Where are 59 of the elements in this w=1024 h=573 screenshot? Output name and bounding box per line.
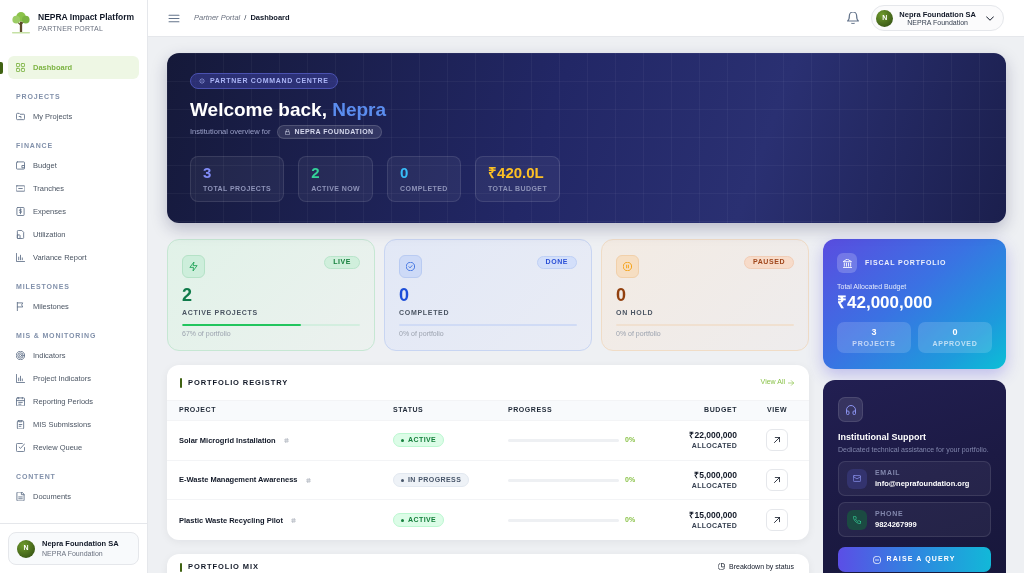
phone-icon	[853, 515, 861, 524]
chevron-down-icon	[986, 15, 994, 21]
document-icon	[16, 230, 25, 239]
clipboard-icon	[16, 420, 25, 429]
notification-bell-icon[interactable]	[847, 12, 860, 24]
view-button[interactable]	[766, 469, 788, 492]
mail-icon	[853, 475, 861, 482]
arrow-up-right-icon	[774, 517, 780, 524]
arrow-right-icon	[788, 379, 794, 386]
check-circle-icon	[406, 262, 415, 271]
checkbox-icon	[16, 443, 25, 452]
bar-chart-icon	[16, 374, 25, 383]
bar-chart-icon	[16, 253, 25, 262]
lightning-icon	[189, 262, 198, 271]
stat-value: 0	[400, 165, 409, 181]
lock-icon	[285, 129, 291, 135]
budget-total: ₹42,000,000	[837, 293, 933, 313]
view-button[interactable]	[766, 429, 788, 452]
stat-value: 3	[203, 165, 212, 181]
budget-amount: ₹5,000,000	[694, 470, 737, 482]
platform-title: NEPRA Impact Platform	[38, 12, 135, 23]
card-title: Institutional Support	[838, 432, 926, 442]
wallet-icon	[16, 161, 25, 170]
card-value: 2	[182, 286, 192, 304]
bank-icon	[842, 258, 852, 268]
grid-icon	[16, 63, 25, 72]
title-accent-bar	[180, 377, 182, 388]
status-dot-icon	[401, 478, 404, 482]
stat-value: 0	[952, 327, 958, 337]
calendar-icon	[16, 397, 25, 406]
sparkle-icon	[199, 78, 205, 84]
hash-icon	[290, 517, 296, 523]
stat-value: ₹420.0L	[488, 165, 544, 181]
hash-icon	[283, 437, 289, 443]
folder-icon	[16, 112, 25, 121]
dollar-icon	[16, 207, 25, 216]
stat-value: 2	[311, 165, 320, 181]
hash-icon	[305, 477, 311, 483]
welcome-heading: Welcome back, Nepra	[190, 100, 387, 120]
status-dot-icon	[401, 438, 404, 442]
pause-circle-icon	[623, 262, 632, 271]
view-button[interactable]	[766, 509, 788, 532]
stat-value: 3	[871, 327, 877, 337]
card-value: 0	[616, 286, 626, 304]
status-dot-icon	[401, 518, 404, 522]
budget-amount: ₹15,000,000	[689, 510, 737, 522]
arrow-up-right-icon	[774, 437, 780, 444]
document-icon	[16, 492, 25, 501]
headset-icon	[845, 404, 856, 415]
target-icon	[16, 351, 25, 360]
flag-icon	[16, 302, 25, 311]
tree-logo-icon	[11, 11, 31, 34]
title-accent-bar	[180, 563, 182, 573]
budget-amount: ₹22,000,000	[689, 430, 737, 442]
arrow-up-right-icon	[774, 477, 780, 484]
pie-chart-icon	[718, 563, 725, 571]
menu-icon[interactable]	[168, 12, 180, 24]
banknote-icon	[16, 184, 25, 193]
card-value: 0	[399, 286, 409, 304]
